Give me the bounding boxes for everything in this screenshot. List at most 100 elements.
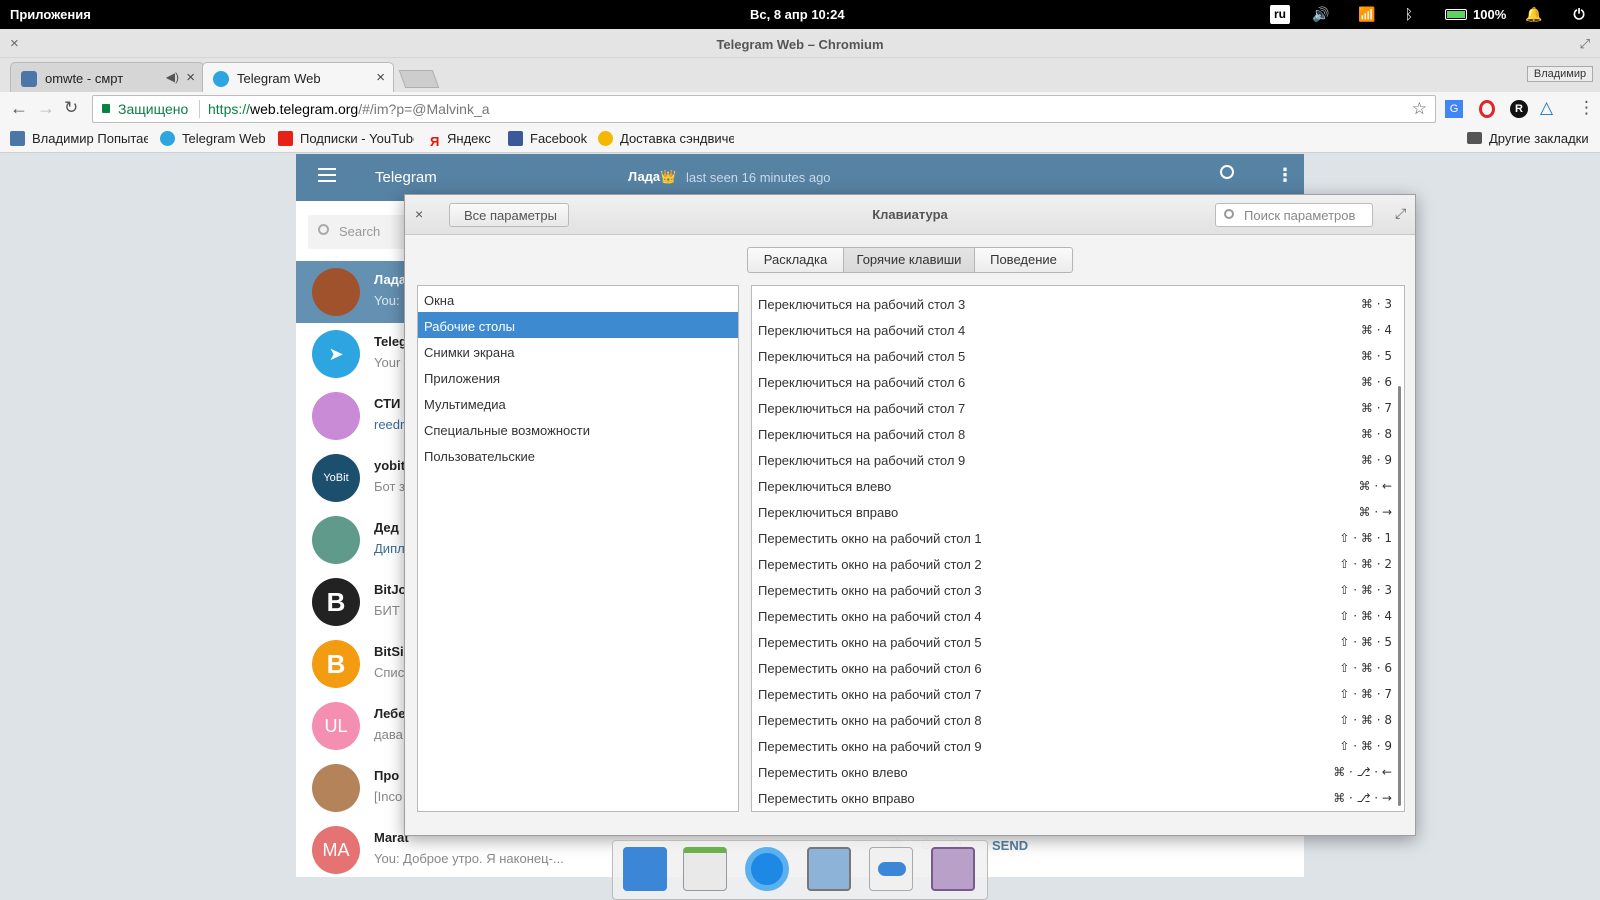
settings-search-input[interactable]: Поиск параметров [1215, 203, 1373, 227]
shortcut-row[interactable]: Переключиться на рабочий стол 6 ⌘ · 6 [752, 368, 1404, 394]
shortcut-row[interactable]: Переместить окно влево ⌘ · ⎇ · ← [752, 758, 1404, 784]
shortcut-keys[interactable]: ⌘ · ⎇ · → [1333, 791, 1392, 805]
shortcut-keys[interactable]: ⌘ · 6 [1361, 375, 1392, 389]
bookmark-facebook[interactable]: Facebook [508, 131, 587, 146]
power-icon[interactable]: ⏻ [1570, 6, 1588, 22]
keyboard-layout-indicator[interactable]: ru [1270, 5, 1290, 24]
clock[interactable]: Вс, 8 апр 10:24 [750, 7, 845, 22]
more-vert-icon[interactable]: ⋮ [1276, 165, 1294, 186]
shortcut-keys[interactable]: ⌘ · 8 [1361, 427, 1392, 441]
bookmark-star-icon[interactable]: ☆ [1412, 99, 1427, 119]
shortcut-row[interactable]: Переключиться вправо ⌘ · → [752, 498, 1404, 524]
shortcut-row[interactable]: Переместить окно на рабочий стол 9 ⇧ · ⌘ … [752, 732, 1404, 758]
shortcut-keys[interactable]: ⇧ · ⌘ · 3 [1339, 583, 1392, 597]
volume-icon[interactable]: 🔊 [1312, 6, 1330, 22]
shortcut-keys[interactable]: ⇧ · ⌘ · 1 [1339, 531, 1392, 545]
bluetooth-icon[interactable]: ᛒ [1400, 6, 1418, 22]
shortcut-keys[interactable]: ⇧ · ⌘ · 2 [1339, 557, 1392, 571]
shortcut-row[interactable]: Переключиться на рабочий стол 4 ⌘ · 4 [752, 316, 1404, 342]
bookmark-yandex[interactable]: Я Яндекс [430, 131, 491, 149]
shortcut-keys[interactable]: ⌘ · ← [1359, 479, 1393, 493]
peer-name[interactable]: Лада👑 [628, 169, 676, 185]
shortcut-row[interactable]: Переместить окно на рабочий стол 5 ⇧ · ⌘ … [752, 628, 1404, 654]
shortcut-keys[interactable]: ⇧ · ⌘ · 7 [1339, 687, 1392, 701]
other-bookmarks[interactable]: Другие закладки [1467, 131, 1589, 146]
category-accessibility[interactable]: Специальные возможности [418, 416, 738, 442]
shortcut-keys[interactable]: ⌘ · 9 [1361, 453, 1392, 467]
shortcut-row[interactable]: Переключиться влево ⌘ · ← [752, 472, 1404, 498]
back-arrow-icon[interactable]: ← [10, 98, 28, 119]
bookmark-telegram[interactable]: Telegram Web [160, 131, 266, 146]
shortcut-keys[interactable]: ⌘ · 7 [1361, 401, 1392, 415]
calendar-icon[interactable] [683, 847, 727, 891]
chromium-icon[interactable] [745, 847, 789, 891]
shortcut-row[interactable]: Переключиться на рабочий стол 9 ⌘ · 9 [752, 446, 1404, 472]
shortcut-keys[interactable]: ⌘ · → [1359, 505, 1393, 519]
fullscreen-icon[interactable]: ⤢ [1395, 205, 1406, 222]
applications-menu[interactable]: Приложения [10, 7, 91, 22]
shortcut-row[interactable]: Переключиться на рабочий стол 7 ⌘ · 7 [752, 394, 1404, 420]
shortcut-row[interactable]: Переместить окно на рабочий стол 2 ⇧ · ⌘ … [752, 550, 1404, 576]
appcenter-icon[interactable] [931, 847, 975, 891]
shortcut-keys[interactable]: ⌘ · ⎇ · ← [1333, 765, 1392, 779]
shortcut-row[interactable]: Переместить окно на рабочий стол 7 ⇧ · ⌘ … [752, 680, 1404, 706]
category-applications[interactable]: Приложения [418, 364, 738, 390]
shortcut-keys[interactable]: ⌘ · 5 [1361, 349, 1392, 363]
shortcut-row[interactable]: Переключиться на рабочий стол 8 ⌘ · 8 [752, 420, 1404, 446]
forward-arrow-icon[interactable]: → [37, 98, 55, 119]
shortcut-keys[interactable]: ⇧ · ⌘ · 9 [1339, 739, 1392, 753]
tab-layout[interactable]: Раскладка [747, 247, 844, 273]
category-screenshots[interactable]: Снимки экрана [418, 338, 738, 364]
new-tab-button[interactable] [398, 70, 440, 88]
tab-telegram-web[interactable]: Telegram Web × [202, 62, 394, 92]
menu-kebab-icon[interactable]: ⋮ [1578, 98, 1595, 118]
shortcut-keys[interactable]: ⇧ · ⌘ · 4 [1339, 609, 1392, 623]
shortcut-row[interactable]: Переместить окно на рабочий стол 8 ⇧ · ⌘ … [752, 706, 1404, 732]
shortcut-row[interactable]: Переместить окно на рабочий стол 1 ⇧ · ⌘ … [752, 524, 1404, 550]
hamburger-menu-icon[interactable] [318, 168, 336, 170]
battery-icon[interactable] [1445, 9, 1467, 20]
url-text[interactable]: https://web.telegram.org/#/im?p=@Malvink… [208, 101, 490, 117]
tab-shortcuts[interactable]: Горячие клавиши [843, 247, 975, 273]
shortcut-keys[interactable]: ⇧ · ⌘ · 8 [1339, 713, 1392, 727]
bookmark-subway[interactable]: Доставка сэндвичей [598, 131, 734, 146]
shortcut-row[interactable]: Переместить окно вправо ⌘ · ⎇ · → [752, 784, 1404, 810]
shortcut-keys[interactable]: ⇧ · ⌘ · 6 [1339, 661, 1392, 675]
bookmark-vk[interactable]: Владимир Попытаев [10, 131, 148, 146]
shortcut-keys[interactable]: ⌘ · 4 [1361, 323, 1392, 337]
wifi-icon[interactable]: 📶 [1358, 6, 1376, 22]
scrollbar[interactable] [1398, 386, 1401, 806]
window-maximize-icon[interactable]: ⤢ [1580, 36, 1590, 52]
search-icon[interactable] [1220, 165, 1234, 179]
category-windows[interactable]: Окна [418, 286, 738, 312]
shortcut-row[interactable]: Переключиться на рабочий стол 5 ⌘ · 5 [752, 342, 1404, 368]
category-media[interactable]: Мультимедиа [418, 390, 738, 416]
tab-close-icon[interactable]: × [186, 69, 195, 86]
shortcut-keys[interactable]: ⇧ · ⌘ · 5 [1339, 635, 1392, 649]
translate-extension-icon[interactable]: G [1445, 100, 1463, 118]
shortcut-row[interactable]: Переместить окно на рабочий стол 4 ⇧ · ⌘ … [752, 602, 1404, 628]
tab-audio-icon[interactable]: ◀) [166, 70, 179, 84]
tab-omwte[interactable]: omwte - смрт ◀) × [10, 62, 204, 92]
category-custom[interactable]: Пользовательские [418, 442, 738, 468]
send-button[interactable]: SEND [992, 838, 1028, 853]
bookmark-youtube[interactable]: Подписки - YouTube [278, 131, 414, 146]
category-workspaces[interactable]: Рабочие столы [418, 312, 738, 338]
shortcut-row[interactable]: Переместить окно на рабочий стол 3 ⇧ · ⌘ … [752, 576, 1404, 602]
settings-toggle-icon[interactable] [869, 847, 913, 891]
tab-behavior[interactable]: Поведение [974, 247, 1073, 273]
notifications-bell-icon[interactable]: 🔔 [1525, 6, 1543, 22]
shortcut-row[interactable]: Переместить окно на рабочий стол 6 ⇧ · ⌘ … [752, 654, 1404, 680]
triangle-extension-icon[interactable]: △ [1540, 98, 1553, 118]
bookmark-label: Яндекс [447, 131, 491, 146]
r-extension-icon[interactable]: R [1510, 100, 1528, 118]
reload-icon[interactable]: ↻ [64, 98, 78, 118]
tab-close-icon[interactable]: × [376, 69, 385, 86]
multitasking-view-icon[interactable] [623, 847, 667, 891]
profile-button[interactable]: Владимир [1527, 66, 1593, 82]
shortcut-keys[interactable]: ⌘ · 3 [1361, 297, 1392, 311]
shortcut-row[interactable]: Переключиться на рабочий стол 3 ⌘ · 3 [752, 290, 1404, 316]
photos-icon[interactable] [807, 847, 851, 891]
address-bar[interactable]: Защищено https://web.telegram.org/#/im?p… [92, 95, 1436, 123]
opera-extension-icon[interactable] [1479, 100, 1495, 118]
